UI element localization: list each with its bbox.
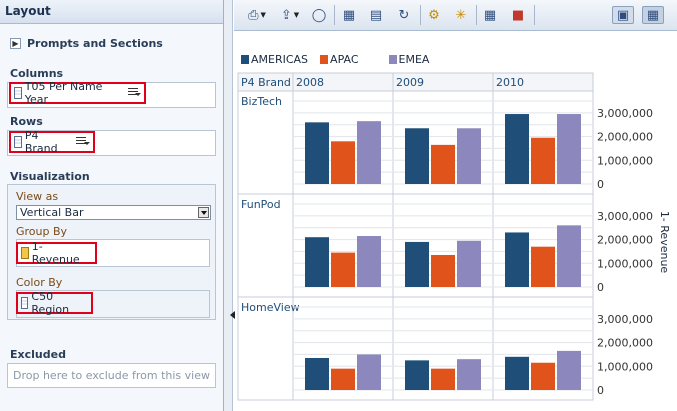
- bar-funpod-2009-americas: [405, 241, 429, 287]
- bar-funpod-2008-americas: [305, 237, 329, 287]
- y-axis-title: 1- Revenue: [658, 211, 671, 274]
- chart-grid-frame: [237, 72, 594, 401]
- y-tick-label: 0: [597, 178, 604, 191]
- bar-funpod-2010-americas: [505, 232, 529, 287]
- bar-funpod-2010-apac: [531, 246, 555, 287]
- bar-biztech-2010-americas: [505, 114, 529, 184]
- bar-homeview-2008-emea: [357, 354, 381, 390]
- bar-funpod-2009-emea: [457, 240, 481, 287]
- bar-biztech-2008-americas: [305, 122, 329, 184]
- bar-homeview-2010-emea: [557, 350, 581, 390]
- row-label-biztech: BizTech: [241, 95, 282, 108]
- bar-funpod-2009-apac: [431, 254, 455, 287]
- bar-homeview-2009-americas: [405, 360, 429, 390]
- y-tick-label: 1,000,000: [597, 154, 653, 167]
- bar-homeview-2009-apac: [431, 368, 455, 390]
- y-tick-label: 0: [597, 281, 604, 294]
- y-tick-label: 3,000,000: [597, 313, 653, 326]
- bar-biztech-2009-apac: [431, 144, 455, 184]
- row-label-funpod: FunPod: [241, 198, 281, 211]
- bar-funpod-2010-emea: [557, 225, 581, 287]
- bar-biztech-2009-americas: [405, 128, 429, 184]
- y-tick-label: 1,000,000: [597, 360, 653, 373]
- y-tick-label: 3,000,000: [597, 210, 653, 223]
- row-header-label: P4 Brand: [241, 76, 291, 89]
- bar-biztech-2008-emea: [357, 121, 381, 184]
- y-tick-label: 1,000,000: [597, 257, 653, 270]
- bar-biztech-2010-emea: [557, 114, 581, 184]
- bar-homeview-2010-americas: [505, 356, 529, 390]
- trellis-chart: P4 Brand 2008 2009 2010 BizTech 3,000,000 2,00…: [237, 72, 671, 401]
- bar-funpod-2008-emea: [357, 236, 381, 287]
- row-label-homeview: HomeView: [241, 301, 300, 314]
- y-tick-label: 0: [597, 384, 604, 397]
- y-tick-label: 2,000,000: [597, 234, 653, 247]
- bar-homeview-2008-americas: [305, 357, 329, 390]
- bar-biztech-2008-apac: [331, 141, 355, 184]
- bar-homeview-2008-apac: [331, 368, 355, 390]
- column-header-2008: 2008: [296, 76, 324, 89]
- y-tick-label: 3,000,000: [597, 107, 653, 120]
- bar-homeview-2010-apac: [531, 362, 555, 390]
- y-tick-label: 2,000,000: [597, 337, 653, 350]
- bar-homeview-2009-emea: [457, 359, 481, 390]
- bar-funpod-2008-apac: [331, 252, 355, 287]
- column-header-2009: 2009: [396, 76, 424, 89]
- bar-biztech-2009-emea: [457, 128, 481, 184]
- y-tick-label: 2,000,000: [597, 131, 653, 144]
- column-header-2010: 2010: [496, 76, 524, 89]
- bar-biztech-2010-apac: [531, 137, 555, 184]
